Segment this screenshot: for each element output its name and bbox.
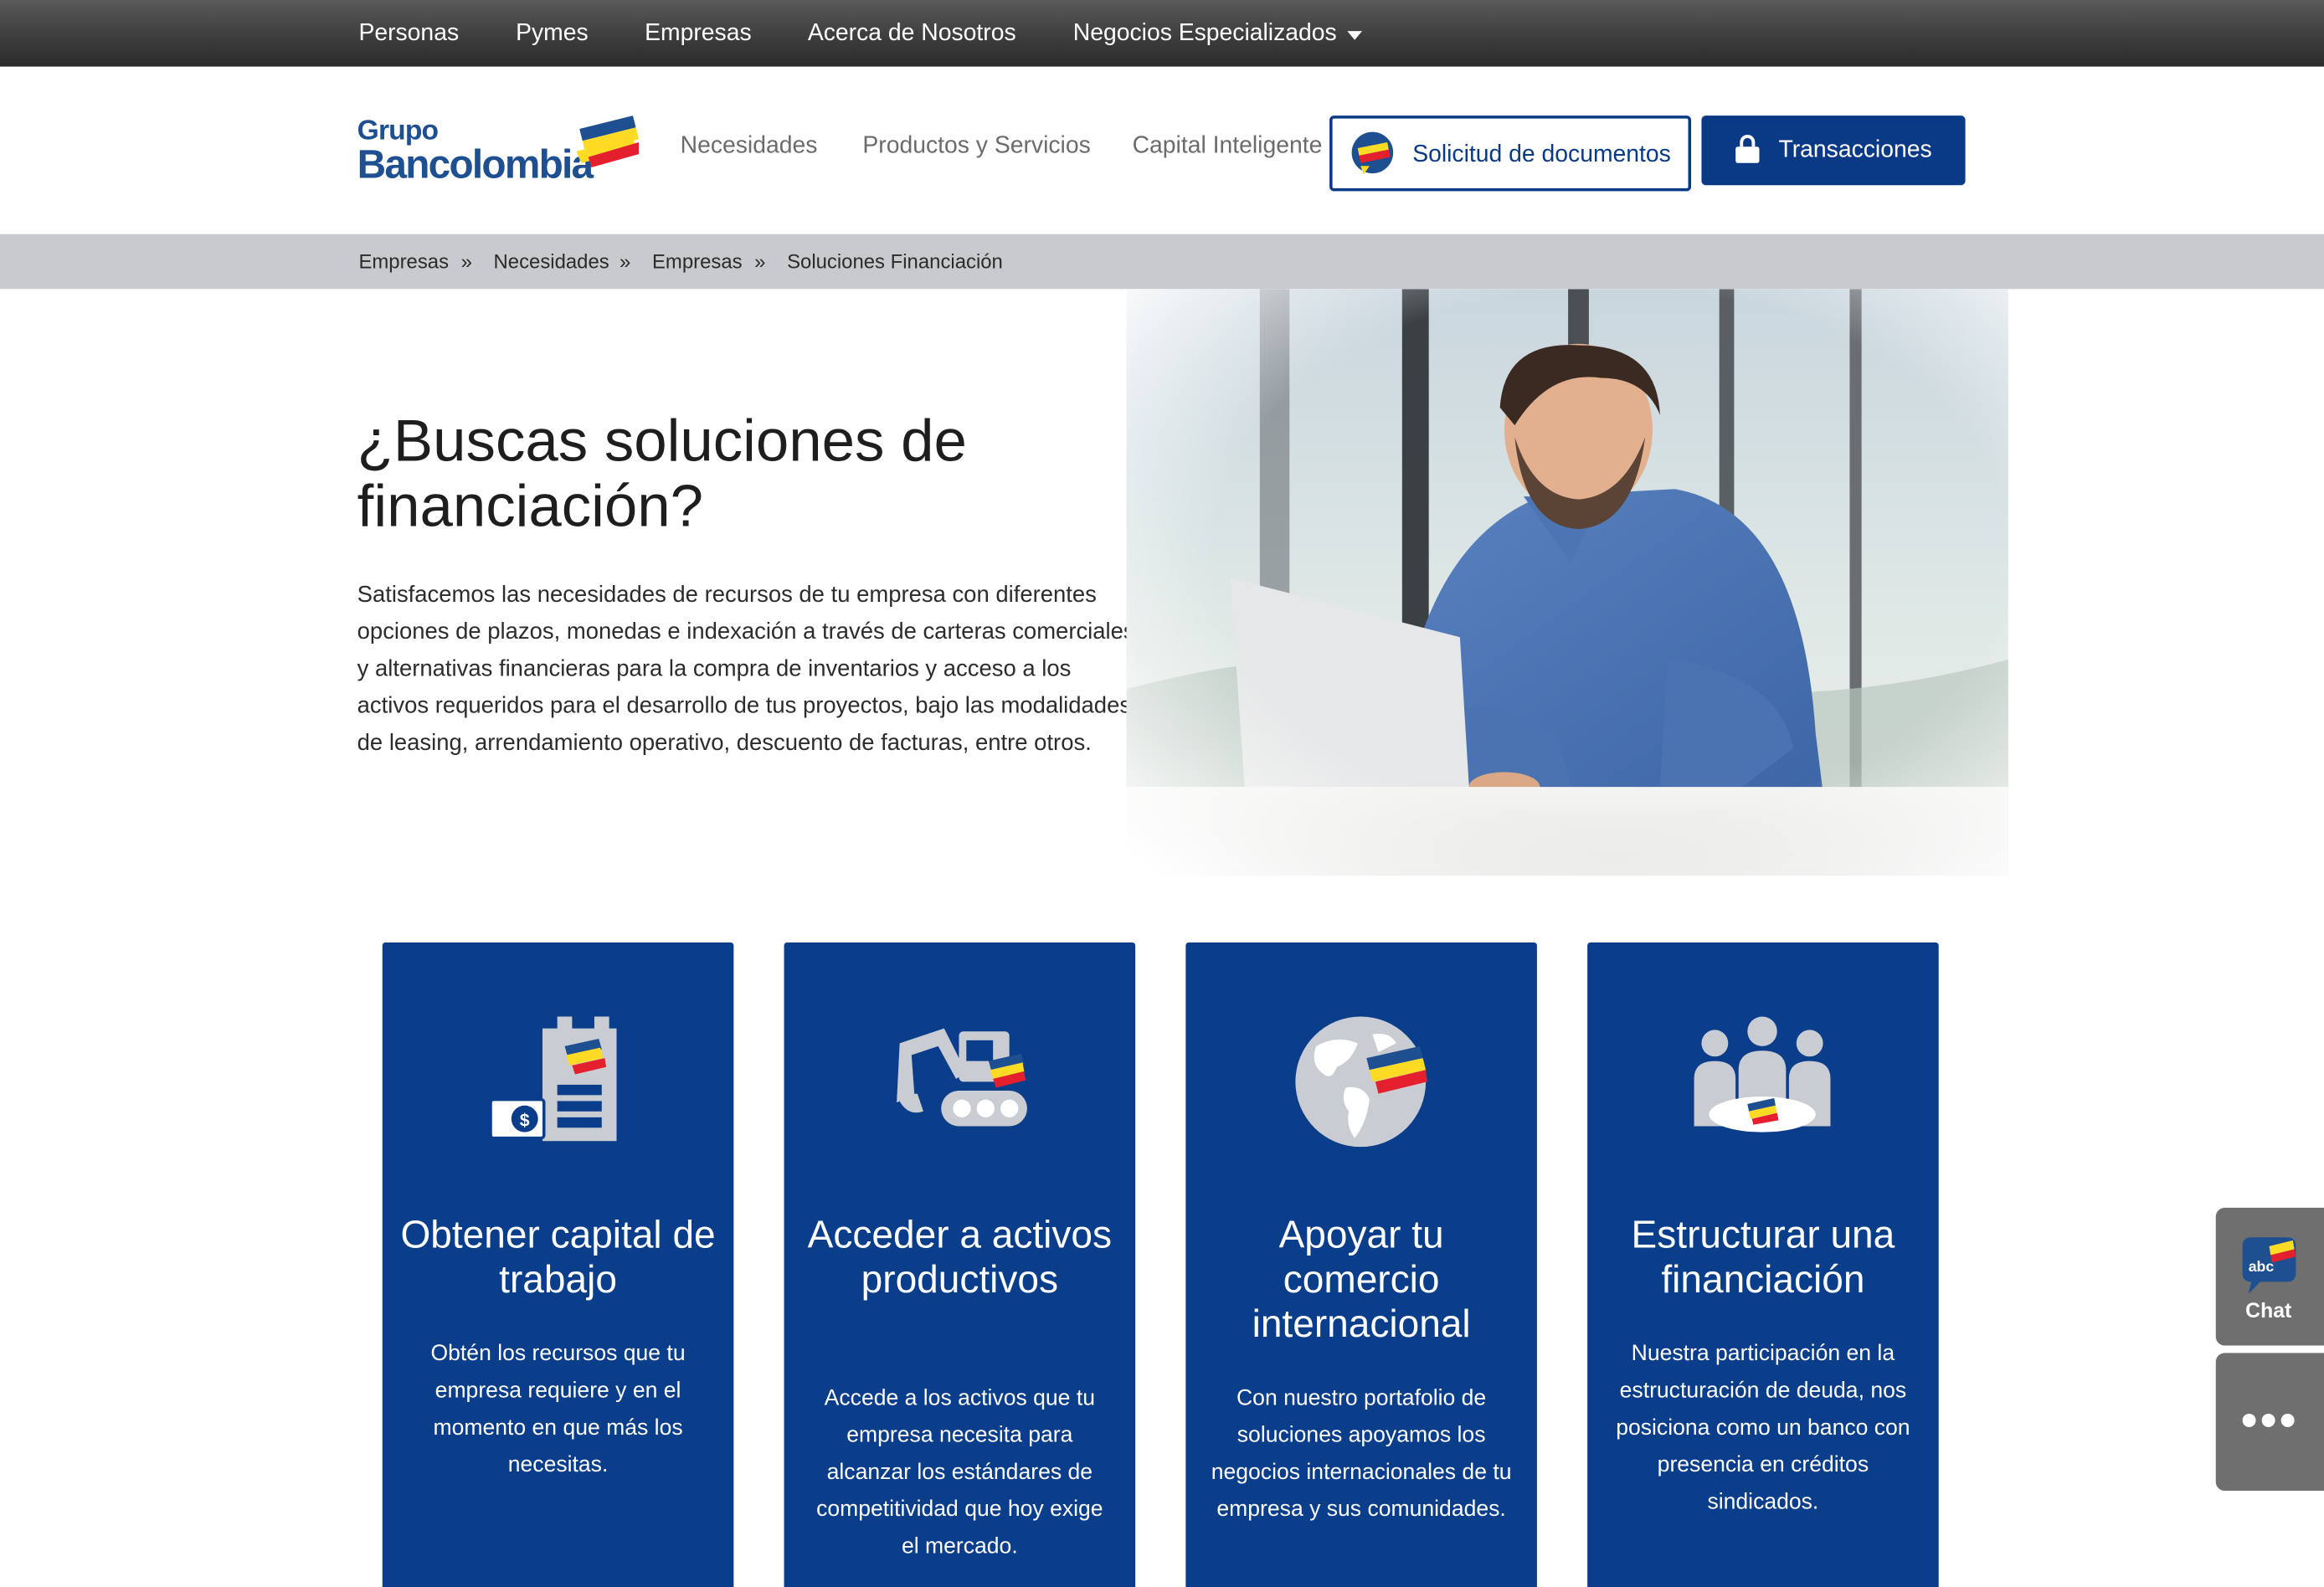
chat-badge-text: abc bbox=[2248, 1259, 2275, 1276]
caret-down-icon bbox=[1347, 30, 1362, 39]
more-dot bbox=[2261, 1413, 2275, 1427]
breadcrumb-empresas-2[interactable]: Empresas bbox=[652, 250, 743, 273]
page-title: ¿Buscas soluciones de financiación? bbox=[357, 408, 967, 540]
transacciones-button[interactable]: Transacciones bbox=[1701, 116, 1966, 186]
chat-widget-button[interactable]: abc Chat bbox=[2215, 1207, 2324, 1346]
bancolombia-logo[interactable]: Grupo Bancolombia bbox=[357, 116, 642, 193]
topnav-acerca[interactable]: Acerca de Nosotros bbox=[808, 0, 1016, 67]
hero-image-businessman-laptop bbox=[1126, 289, 2008, 876]
building-money-icon: $ bbox=[483, 1014, 631, 1147]
hero-description: Satisfacemos las necesidades de recursos… bbox=[357, 582, 1135, 756]
breadcrumb-separator: » bbox=[754, 250, 766, 273]
card-text: Nuestra participación en la estructuraci… bbox=[1616, 1341, 1910, 1515]
card-comercio-internacional[interactable]: Apoyar tu comercio internacional Con nue… bbox=[1185, 942, 1537, 1587]
topnav-negocios-label: Negocios Especializados bbox=[1072, 19, 1337, 45]
breadcrumb-separator: » bbox=[460, 250, 472, 273]
card-title: Apoyar tu comercio internacional bbox=[1252, 1212, 1471, 1346]
lock-icon bbox=[1735, 135, 1760, 163]
meeting-icon bbox=[1688, 1014, 1836, 1147]
excavator-icon bbox=[885, 1014, 1033, 1147]
card-title: Estructurar una financiación bbox=[1631, 1212, 1895, 1302]
flag-icon bbox=[576, 116, 640, 168]
card-text: Con nuestro portafolio de soluciones apo… bbox=[1211, 1385, 1512, 1523]
solicitud-documentos-button[interactable]: Solicitud de documentos bbox=[1329, 116, 1692, 192]
main-header: Grupo Bancolombia Necesidades Productos … bbox=[0, 66, 2324, 234]
card-title: Obtener capital de trabajo bbox=[400, 1212, 716, 1302]
topnav-personas[interactable]: Personas bbox=[358, 0, 459, 67]
breadcrumb: Empresas » Necesidades » Empresas » Solu… bbox=[0, 234, 2324, 290]
svg-text:$: $ bbox=[520, 1111, 530, 1131]
nav-productos-servicios[interactable]: Productos y Servicios bbox=[862, 133, 1090, 160]
transacciones-label: Transacciones bbox=[1778, 137, 1932, 163]
logo-line2: Bancolombia bbox=[357, 141, 594, 187]
breadcrumb-current: Soluciones Financiación bbox=[787, 250, 1003, 273]
topnav-pymes[interactable]: Pymes bbox=[516, 0, 589, 67]
card-text: Accede a los activos que tu empresa nece… bbox=[816, 1385, 1103, 1559]
more-options-widget[interactable] bbox=[2215, 1353, 2324, 1492]
nav-capital-inteligente[interactable]: Capital Inteligente bbox=[1133, 133, 1323, 160]
card-estructurar-financiacion[interactable]: Estructurar una financiación Nuestra par… bbox=[1587, 942, 1939, 1587]
card-capital-trabajo[interactable]: $ Obtener capital de trabajo Obtén los r… bbox=[382, 942, 734, 1587]
nav-necesidades[interactable]: Necesidades bbox=[681, 133, 818, 160]
breadcrumb-separator: » bbox=[620, 250, 631, 273]
top-bar: Personas Pymes Empresas Acerca de Nosotr… bbox=[0, 0, 2324, 67]
topnav-empresas[interactable]: Empresas bbox=[645, 0, 752, 67]
globe-icon bbox=[1287, 1014, 1435, 1148]
chat-label: Chat bbox=[2245, 1297, 2292, 1322]
card-title: Acceder a activos productivos bbox=[807, 1212, 1113, 1302]
breadcrumb-empresas[interactable]: Empresas bbox=[358, 250, 449, 273]
solicitud-documentos-label: Solicitud de documentos bbox=[1412, 141, 1671, 168]
more-dot bbox=[2280, 1413, 2295, 1427]
card-text: Obtén los recursos que tu empresa requie… bbox=[430, 1341, 686, 1478]
documents-chat-icon bbox=[1351, 131, 1394, 175]
card-activos-productivos[interactable]: Acceder a activos productivos Accede a l… bbox=[784, 942, 1136, 1587]
more-dots-icon bbox=[2242, 1413, 2256, 1427]
breadcrumb-necesidades[interactable]: Necesidades bbox=[494, 250, 609, 273]
topnav-negocios-especializados[interactable]: Negocios Especializados bbox=[1073, 0, 1362, 67]
